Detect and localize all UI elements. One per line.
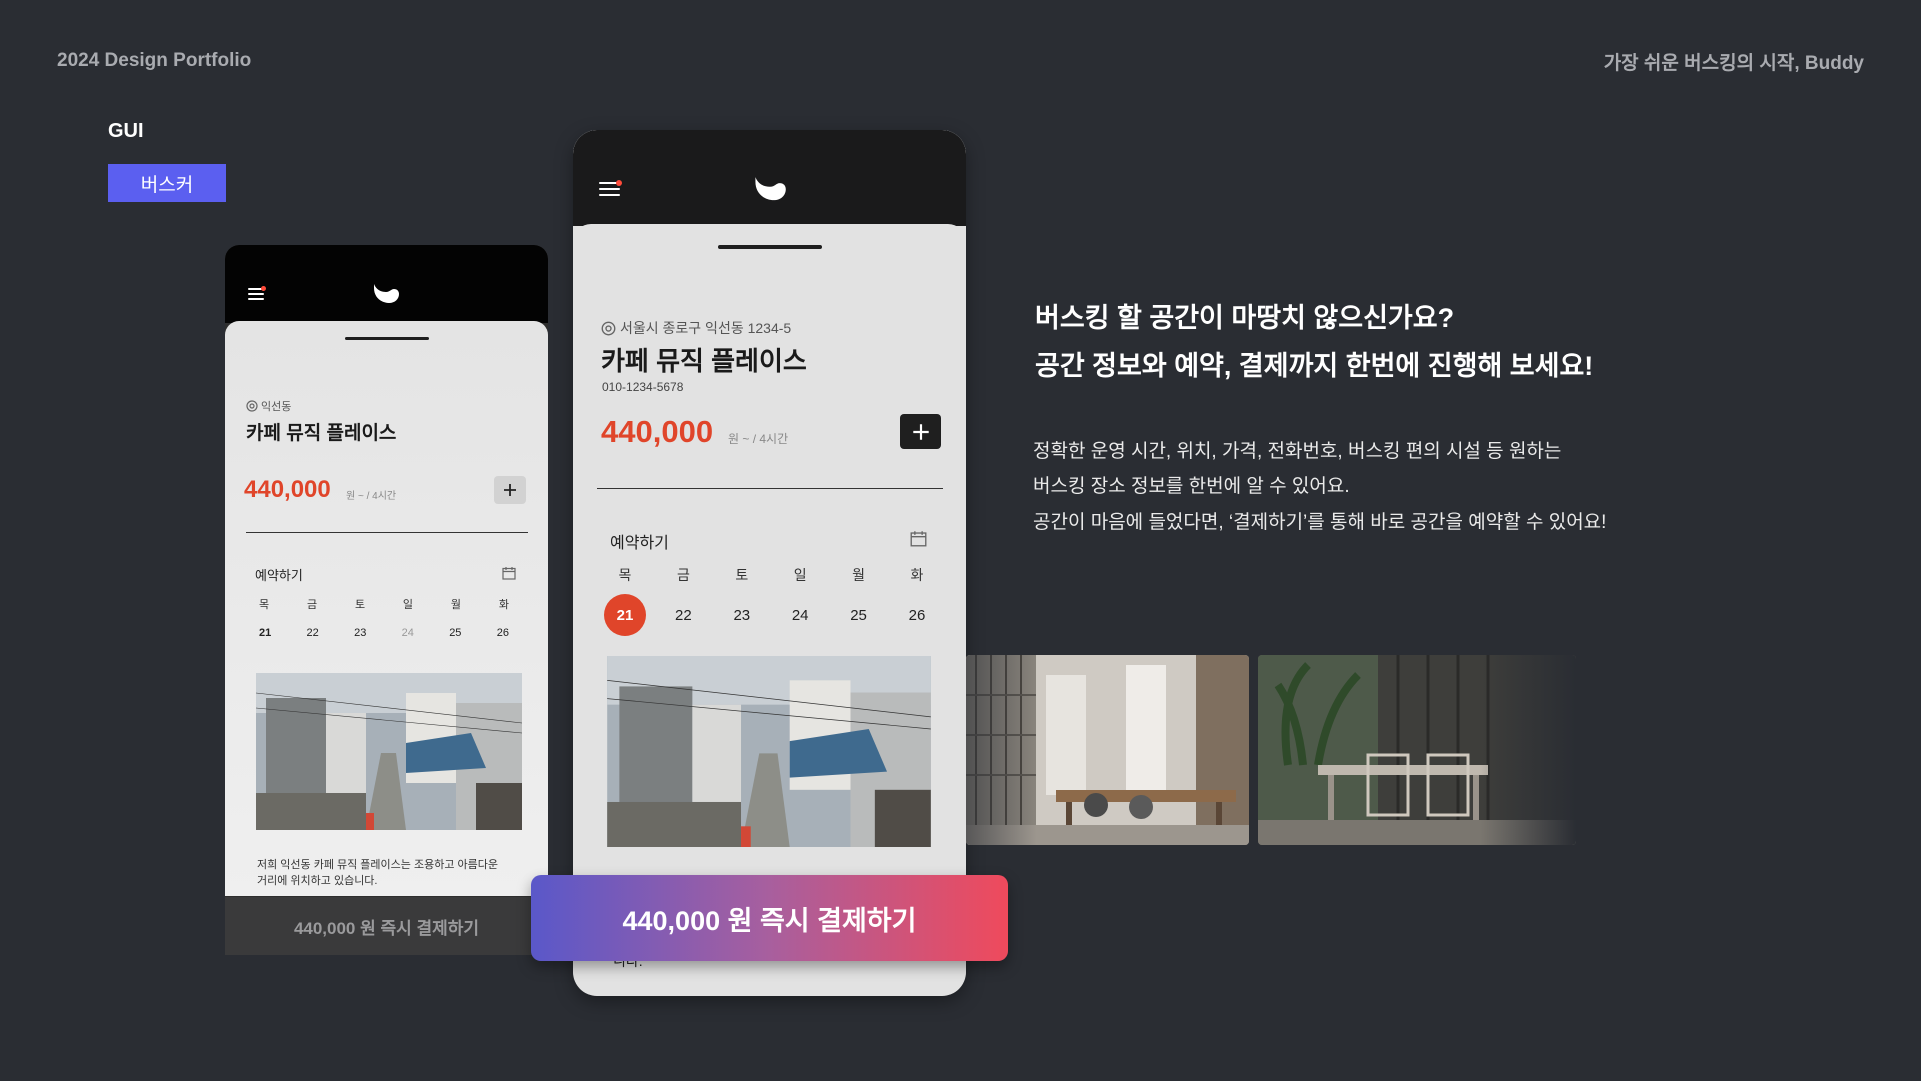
weekday: 화 (498, 599, 509, 611)
headline-line-2: 공간 정보와 예약, 결제까지 한번에 진행해 보세요! (1035, 351, 1594, 381)
drag-handle[interactable] (345, 337, 429, 340)
add-button[interactable] (494, 476, 526, 504)
weekday: 목 (259, 599, 270, 611)
drag-handle[interactable] (718, 245, 822, 249)
date-cell[interactable]: 23 (354, 627, 366, 639)
location-pin-icon (601, 321, 616, 335)
date-cell[interactable]: 26 (497, 627, 509, 639)
price: 440,000 (601, 414, 714, 449)
weekday-row: 목 금 토 일 월 화 (259, 596, 509, 612)
weekday: 토 (735, 567, 749, 583)
divider (246, 532, 528, 533)
calendar-icon[interactable] (910, 530, 927, 547)
date-row: 21 22 23 24 25 26 (604, 594, 938, 636)
price-unit: 원 ~ / 4시간 (728, 432, 789, 446)
date-cell[interactable]: 22 (662, 594, 704, 636)
location-row: 익선동 (246, 398, 291, 414)
venue-photo (607, 656, 931, 847)
weekday: 금 (676, 567, 690, 583)
venue-title: 카페 뮤직 플레이스 (601, 346, 807, 376)
venue-phone: 010-1234-5678 (602, 380, 684, 394)
date-row: 21 22 23 24 25 26 (259, 627, 509, 639)
description-line-1: 정확한 운영 시간, 위치, 가격, 전화번호, 버스킹 편의 시설 등 원하는 (1033, 441, 1562, 462)
busker-tag: 버스커 (108, 164, 226, 202)
date-cell-disabled: 24 (401, 627, 414, 639)
weekday: 금 (306, 599, 318, 611)
notification-dot (261, 286, 266, 291)
weekday: 토 (354, 599, 366, 611)
date-cell-selected[interactable]: 21 (604, 594, 646, 636)
description-line: 거리에 위치하고 있습니다. (257, 875, 378, 887)
venue-description: 저희 익선동 카페 뮤직 플레이스는 조용하고 아름다운 거리에 위치하고 있습… (257, 857, 498, 889)
add-button[interactable] (900, 414, 941, 449)
divider (597, 488, 943, 489)
description-line-3: 공간이 마음에 들었다면, ‘결제하기’를 통해 바로 공간을 예약할 수 있어… (1033, 512, 1607, 533)
section-label: GUI (108, 120, 144, 142)
address-text: 서울시 종로구 익선동 1234-5 (620, 320, 792, 336)
weekday: 월 (450, 599, 461, 611)
date-cell[interactable]: 25 (838, 594, 880, 636)
reserve-label: 예약하기 (610, 535, 669, 552)
pay-now-button[interactable]: 440,000 원 즉시 결제하기 (531, 875, 1008, 961)
bird-logo-icon (374, 284, 399, 303)
phone-mockup-small: 익선동 카페 뮤직 플레이스 440,000 원 ~ / 4시간 예약하기 목 … (225, 245, 548, 955)
date-cell[interactable]: 23 (721, 594, 763, 636)
weekday-row: 목 금 토 일 월 화 (604, 565, 938, 585)
headline-line-1: 버스킹 할 공간이 마땅치 않으신가요? (1035, 303, 1455, 333)
venue-photo (256, 673, 522, 830)
phone-header (225, 245, 548, 323)
weekday: 일 (793, 567, 807, 583)
calendar-icon[interactable] (502, 566, 516, 580)
price-unit: 원 ~ / 4시간 (346, 491, 397, 502)
phone-header (573, 130, 966, 226)
date-cell-selected[interactable]: 21 (259, 627, 271, 639)
date-cell[interactable]: 25 (449, 627, 461, 639)
location-pin-icon (246, 400, 258, 412)
weekday: 화 (910, 567, 924, 583)
date-cell[interactable]: 22 (307, 627, 319, 639)
notification-dot (616, 180, 622, 186)
date-cell[interactable]: 24 (779, 594, 821, 636)
cafe-interior-photo-1 (966, 655, 1249, 845)
weekday: 목 (618, 567, 632, 583)
plus-icon (912, 423, 929, 440)
date-cell[interactable]: 26 (896, 594, 938, 636)
venue-title: 카페 뮤직 플레이스 (246, 423, 397, 444)
location-row: 서울시 종로구 익선동 1234-5 (601, 318, 791, 338)
price: 440,000 (244, 476, 331, 503)
weekday: 월 (852, 567, 865, 583)
description-line: 저희 익선동 카페 뮤직 플레이스는 조용하고 아름다운 (257, 859, 498, 871)
pay-button-small[interactable]: 440,000 원 즉시 결제하기 (225, 897, 548, 955)
phone-content: 익선동 카페 뮤직 플레이스 440,000 원 ~ / 4시간 예약하기 목 … (225, 321, 548, 896)
portfolio-label: 2024 Design Portfolio (57, 50, 252, 71)
phone-mockup-large: 서울시 종로구 익선동 1234-5 카페 뮤직 플레이스 010-1234-5… (573, 130, 966, 996)
location-text: 익선동 (261, 401, 292, 413)
plus-icon (504, 484, 516, 496)
cafe-interior-photo-2 (1258, 655, 1576, 845)
bird-logo-icon (755, 177, 786, 201)
weekday: 일 (402, 599, 414, 611)
description-line-2: 버스킹 장소 정보를 한번에 알 수 있어요. (1033, 476, 1350, 497)
reserve-label: 예약하기 (255, 568, 303, 583)
tagline: 가장 쉬운 버스킹의 시작, Buddy (1603, 53, 1864, 74)
